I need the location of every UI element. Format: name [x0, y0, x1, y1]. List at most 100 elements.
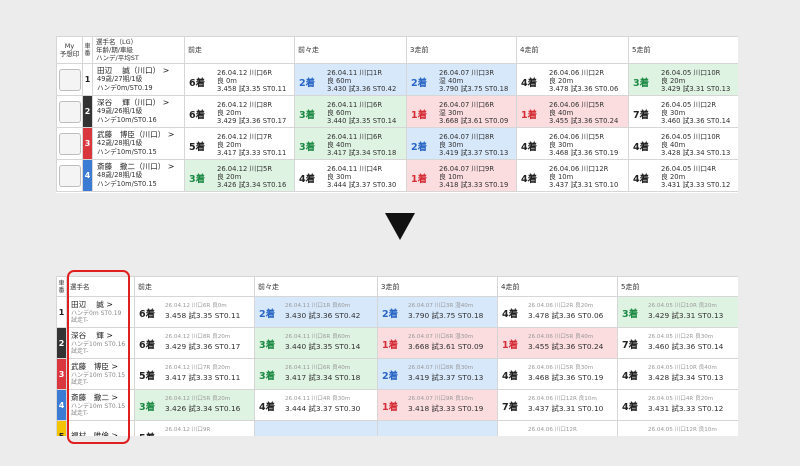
finish-position: 1着: [382, 340, 399, 351]
race-result-cell[interactable]: 3着 26.04.11 川口6R 良 60m 3.440 試3.35 ST0.14: [294, 95, 407, 128]
race-result-cell[interactable]: 5着 26.04.12 川口7R 良 20m 3.417 試3.33 ST0.11: [184, 127, 295, 160]
racer-name: 田辺 誠（川口）: [97, 65, 161, 75]
finish-position: 1着: [411, 174, 428, 185]
race-date-venue: 26.04.11 川口1R 良60m: [285, 303, 351, 309]
race-header: 前走: [134, 276, 255, 297]
racer-cell[interactable]: 田辺 誠（川口） >49歳/27期/1級 ハンデ0m/ST0.19: [92, 63, 185, 96]
chevron-right-icon: >: [162, 65, 170, 75]
race-header: 4走前: [497, 276, 618, 297]
new-race-table: 車番 選手名 前走 前々走 3走前 4走前 5走前 1 田辺 誠 > ハンデ0m S…: [56, 276, 738, 436]
race-result-cell[interactable]: 6着 26.04.12 川口8R 良 20m 3.429 試3.36 ST0.17: [184, 95, 295, 128]
finish-position: 6着: [189, 110, 206, 121]
down-arrow-icon: [385, 213, 415, 240]
finish-position: 4着: [299, 174, 316, 185]
race-times: 3.458 試3.35 ST0.11: [165, 311, 241, 320]
race-result-cell[interactable]: 4着 26.04.06 川口5R 良 30m 3.468 試3.36 ST0.19: [516, 127, 629, 160]
race-result-cell[interactable]: 5着 26.04.12 川口9R: [134, 420, 255, 436]
my-pick-checkbox[interactable]: [58, 132, 81, 155]
race-result-cell[interactable]: 2着 26.04.11 川口1R 良 60m 3.430 試3.36 ST0.42: [294, 63, 407, 96]
race-result-cell[interactable]: 6着 26.04.12 川口6R 良 0m 3.458 試3.35 ST0.11: [184, 63, 295, 96]
race-date-venue: 26.04.12 川口6R 良0m: [165, 303, 227, 309]
race-result-cell[interactable]: 4着 26.04.06 川口2R 良 20m 3.478 試3.36 ST0.06: [516, 63, 629, 96]
race-result-cell[interactable]: [377, 420, 498, 436]
racer-name-link[interactable]: 武藤 博臣（川口） >: [97, 130, 184, 140]
racer-age-class: 49歳/26期/1級: [97, 107, 143, 116]
finish-position: 1着: [502, 340, 519, 351]
race-result-cell[interactable]: 2着 26.04.11 川口1R 良60m 3.430 試3.36 ST0.42: [254, 296, 378, 328]
finish-position: 4着: [502, 309, 519, 320]
my-pick-cell: [56, 159, 83, 192]
race-result-cell[interactable]: 4着 26.04.06 川口2R 良20m 3.478 試3.36 ST0.06: [497, 296, 618, 328]
finish-position: 4着: [502, 371, 519, 382]
race-result-cell[interactable]: 3着 26.04.12 川口5R 良 20m 3.426 試3.34 ST0.16: [184, 159, 295, 192]
race-times: 3.417 試3.33 ST0.11: [165, 373, 241, 382]
race-times: 3.444 試3.37 ST0.30: [327, 181, 397, 189]
race-result-cell[interactable]: 5着 26.04.12 川口7R 良20m 3.417 試3.33 ST0.11: [134, 358, 255, 390]
racer-column-highlight: [67, 270, 130, 444]
race-result-cell[interactable]: 4着 26.04.05 川口10R 良40m 3.428 試3.34 ST0.13: [617, 358, 738, 390]
race-result-cell[interactable]: 6着 26.04.12 川口8R 良20m 3.429 試3.36 ST0.17: [134, 327, 255, 359]
my-pick-checkbox[interactable]: [58, 68, 81, 91]
race-times: 3.458 試3.35 ST0.11: [217, 85, 287, 93]
race-date-venue: 26.04.12 川口8R 良20m: [165, 334, 231, 340]
race-times: 3.419 試3.37 ST0.13: [439, 149, 509, 157]
race-date-venue: 26.04.06 川口12R: [528, 427, 577, 433]
finish-position: 3着: [139, 402, 156, 413]
race-result-cell[interactable]: 1着 26.04.07 川口9R 良10m 3.418 試3.33 ST0.19: [377, 389, 498, 421]
race-result-cell[interactable]: 3着 26.04.11 川口6R 良40m 3.417 試3.34 ST0.18: [254, 358, 378, 390]
race-result-cell[interactable]: 1着 26.04.06 川口5R 良40m 3.455 試3.36 ST0.24: [497, 327, 618, 359]
my-pick-checkbox[interactable]: [58, 100, 81, 123]
race-result-cell[interactable]: 4着 26.04.06 川口12R 良 10m 3.437 試3.31 ST0.10: [516, 159, 629, 192]
finish-position: 7着: [502, 402, 519, 413]
race-result-cell[interactable]: 6着 26.04.12 川口6R 良0m 3.458 試3.35 ST0.11: [134, 296, 255, 328]
race-result-cell[interactable]: 3着 26.04.05 川口10R 良 20m 3.429 試3.31 ST0.13: [628, 63, 738, 96]
race-result-cell[interactable]: 2着 26.04.07 川口3R 湿40m 3.790 試3.75 ST0.18: [377, 296, 498, 328]
racer-name-link[interactable]: 斎藤 撒二（川口） >: [97, 162, 184, 172]
race-result-cell[interactable]: 2着 26.04.07 川口8R 良 30m 3.419 試3.37 ST0.13: [406, 127, 517, 160]
race-times: 3.431 試3.33 ST0.12: [648, 404, 724, 413]
my-pick-checkbox[interactable]: [58, 164, 81, 187]
race-times: 3.417 試3.34 ST0.18: [327, 149, 397, 157]
table-row: 2 深谷 輝（川口） >49歳/26期/1級 ハンデ10m/ST0.16 6着 26.0…: [56, 95, 738, 128]
race-result-cell[interactable]: 2着 26.04.07 川口3R 湿 40m 3.790 試3.75 ST0.18: [406, 63, 517, 96]
race-result-cell[interactable]: 26.04.05 川口12R 良10m: [617, 420, 738, 436]
finish-position: 2着: [382, 371, 399, 382]
race-result-cell[interactable]: 7着 26.04.05 川口2R 良30m 3.460 試3.36 ST0.14: [617, 327, 738, 359]
race-result-cell[interactable]: 7着 26.04.05 川口2R 良 30m 3.460 試3.36 ST0.14: [628, 95, 738, 128]
race-result-cell[interactable]: 4着 26.04.05 川口4R 良 20m 3.431 試3.33 ST0.12: [628, 159, 738, 192]
race-result-cell[interactable]: 1着 26.04.06 川口5R 良 40m 3.455 試3.36 ST0.24: [516, 95, 629, 128]
race-result-cell[interactable]: 3着 26.04.05 川口10R 良20m 3.429 試3.31 ST0.13: [617, 296, 738, 328]
racer-cell[interactable]: 武藤 博臣（川口） >42歳/28期/1級 ハンデ10m/ST0.15: [92, 127, 185, 160]
finish-position: 5着: [189, 142, 206, 153]
race-result-cell[interactable]: 2着 26.04.07 川口8R 良30m 3.419 試3.37 ST0.13: [377, 358, 498, 390]
racer-cell[interactable]: 深谷 輝（川口） >49歳/26期/1級 ハンデ10m/ST0.16: [92, 95, 185, 128]
race-result-cell[interactable]: 3着 26.04.12 川口5R 良20m 3.426 試3.34 ST0.16: [134, 389, 255, 421]
finish-position: 5着: [139, 430, 155, 436]
table-row: 3 武藤 博臣 > ハンデ10m ST0.15 試走T- 5着 26.04.12 川口7R…: [56, 358, 738, 390]
race-result-cell[interactable]: 4着 26.04.06 川口5R 良30m 3.468 試3.36 ST0.19: [497, 358, 618, 390]
race-result-cell[interactable]: [254, 420, 378, 436]
race-result-cell[interactable]: 26.04.06 川口12R: [497, 420, 618, 436]
race-header: 3走前: [377, 276, 498, 297]
race-result-cell[interactable]: 7着 26.04.06 川口12R 良10m 3.437 試3.31 ST0.10: [497, 389, 618, 421]
race-date-venue: 26.04.12 川口7R 良20m: [165, 365, 231, 371]
race-result-cell[interactable]: 4着 26.04.05 川口10R 良 40m 3.428 試3.34 ST0.13: [628, 127, 738, 160]
racer-cell[interactable]: 斎藤 撒二（川口） >48歳/28期/1級 ハンデ10m/ST0.15: [92, 159, 185, 192]
finish-position: 1着: [521, 110, 538, 121]
race-times: 3.429 試3.31 ST0.13: [661, 85, 731, 93]
racer-name-link[interactable]: 深谷 輝（川口） >: [97, 98, 184, 108]
race-result-cell[interactable]: 1着 26.04.07 川口6R 湿 30m 3.668 試3.61 ST0.09: [406, 95, 517, 128]
new-layout-panel: 車番 選手名 前走 前々走 3走前 4走前 5走前 1 田辺 誠 > ハンデ0m S…: [56, 276, 738, 436]
old-layout-panel: My 予想印 車番 選手名（LG） 年齢/期/車級 ハンデ/平均ST 前走 前々走 3…: [56, 36, 738, 193]
race-result-cell[interactable]: 3着 26.04.11 川口6R 良60m 3.440 試3.35 ST0.14: [254, 327, 378, 359]
race-result-cell[interactable]: 4着 26.04.11 川口4R 良 30m 3.444 試3.37 ST0.30: [294, 159, 407, 192]
finish-position: 3着: [189, 174, 206, 185]
race-result-cell[interactable]: 3着 26.04.11 川口6R 良 40m 3.417 試3.34 ST0.18: [294, 127, 407, 160]
race-date-venue: 26.04.07 川口3R 湿40m: [408, 303, 474, 309]
race-result-cell[interactable]: 4着 26.04.11 川口4R 良30m 3.444 試3.37 ST0.30: [254, 389, 378, 421]
race-result-cell[interactable]: 1着 26.04.07 川口9R 良 10m 3.418 試3.33 ST0.19: [406, 159, 517, 192]
race-result-cell[interactable]: 1着 26.04.07 川口6R 湿30m 3.668 試3.61 ST0.09: [377, 327, 498, 359]
race-result-cell[interactable]: 4着 26.04.05 川口4R 良20m 3.431 試3.33 ST0.12: [617, 389, 738, 421]
race-times: 3.419 試3.37 ST0.13: [408, 373, 484, 382]
racer-name-link[interactable]: 田辺 誠（川口） >: [97, 65, 184, 76]
